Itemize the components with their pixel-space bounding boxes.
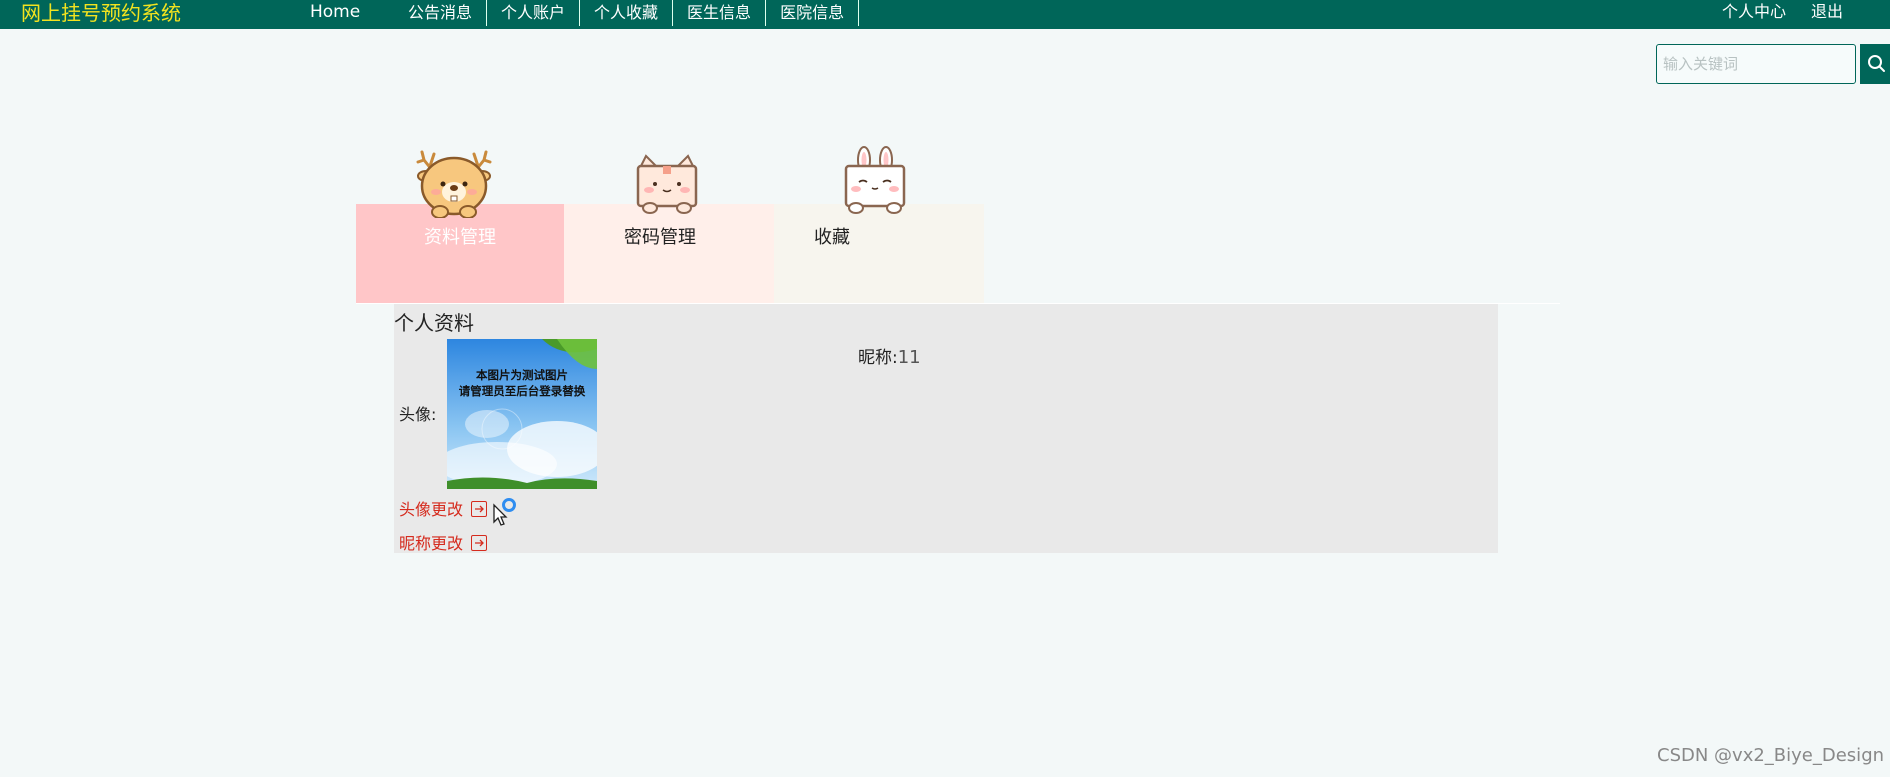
profile-panel: 个人资料 头像: 本图片为测试图片 请管理员至后台登录替换 昵称:11 头像更改… [394,304,1498,553]
panel-title: 个人资料 [394,311,474,335]
nav-item-favorites[interactable]: 个人收藏 [580,0,674,26]
arrow-right-icon [471,501,488,517]
avatar-image: 本图片为测试图片 请管理员至后台登录替换 [447,339,597,489]
nickname-field: 昵称:11 [858,343,921,368]
mouse-cursor-icon [493,498,516,526]
change-avatar-label: 头像更改 [399,500,464,519]
tab-favorites[interactable]: 收藏 [774,204,984,303]
top-nav-bar: 网上挂号预约系统 Home 公告消息 个人账户 个人收藏 医生信息 医院信息 个… [0,0,1890,29]
user-center-link[interactable]: 个人中心 [1722,0,1786,24]
watermark-text: CSDN @vx2_Biye_Design [1657,745,1885,766]
logout-link[interactable]: 退出 [1811,0,1843,24]
tab-profile-management[interactable]: 资料管理 [356,204,564,303]
cat-icon [636,154,698,214]
rabbit-icon [844,146,906,214]
nav-home-link[interactable]: Home [310,0,360,24]
nickname-value: 11 [897,347,921,368]
tab-password-management[interactable]: 密码管理 [564,204,774,303]
nav-item-announcements[interactable]: 公告消息 [395,0,488,26]
search-button[interactable] [1860,44,1890,84]
arrow-right-icon [471,535,488,551]
change-nickname-link[interactable]: 昵称更改 [399,530,488,554]
nav-item-account[interactable]: 个人账户 [487,0,581,26]
change-avatar-link[interactable]: 头像更改 [399,496,488,520]
avatar-label: 头像: [399,405,437,424]
nav-item-hospitals[interactable]: 医院信息 [766,0,860,26]
nav-item-doctors[interactable]: 医生信息 [673,0,767,26]
deer-icon [416,150,492,218]
nickname-label: 昵称: [858,348,898,368]
avatar-image-text-line2: 请管理员至后台登录替换 [459,384,586,398]
tab-label: 收藏 [814,227,850,248]
avatar-image-text-line1: 本图片为测试图片 [476,368,568,382]
tab-label: 资料管理 [424,227,496,248]
site-title: 网上挂号预约系统 [21,1,181,25]
change-nickname-label: 昵称更改 [399,534,464,553]
main-nav: 公告消息 个人账户 个人收藏 医生信息 医院信息 [395,0,860,26]
search-icon [1868,55,1885,72]
search-input[interactable] [1656,44,1856,84]
